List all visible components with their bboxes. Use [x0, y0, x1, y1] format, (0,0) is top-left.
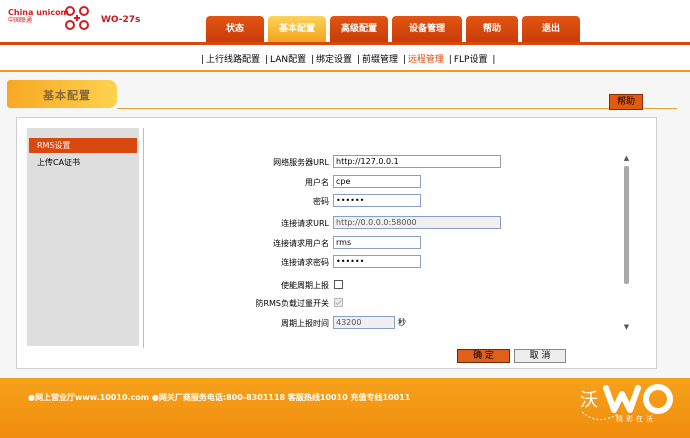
subnav-uplink[interactable]: 上行线路配置: [206, 55, 260, 65]
tab-device-management[interactable]: 设备管理: [392, 16, 462, 42]
wo-logo-icon: 沃: [580, 384, 673, 420]
cancel-button[interactable]: 取 消: [514, 349, 566, 363]
server-url-input[interactable]: [333, 155, 501, 168]
server-url-label: 网络服务器URL: [273, 158, 329, 167]
form-scrollbar[interactable]: ▲ ▼: [622, 154, 631, 332]
subnav-binding[interactable]: 绑定设置: [316, 55, 352, 65]
footer: ●网上营业厅www.10010.com ●网关厂商服务电话:800-830111…: [0, 378, 690, 438]
sidebar-item-label: 上传CA证书: [37, 158, 81, 167]
wo-slogan: 精彩在沃: [616, 415, 656, 423]
subnav-flp[interactable]: FLP设置: [454, 55, 488, 65]
report-interval-unit: 秒: [398, 318, 406, 327]
report-interval-label: 周期上报时间: [281, 319, 329, 328]
china-unicom-logo-text: China unicom 中国联通: [8, 8, 69, 25]
sub-nav-bar: | 上行线路配置 | LAN配置 | 绑定设置 | 前缀管理 | 远程管理 | FLP设置 …: [0, 42, 690, 70]
tab-advanced-config[interactable]: 高级配置: [330, 16, 388, 42]
tab-status[interactable]: 状态: [206, 16, 264, 42]
rms-overload-label: 防RMS负载过量开关: [255, 299, 329, 308]
sidebar-item-label: RMS设置: [37, 141, 71, 150]
section-rule: [117, 108, 677, 109]
report-interval-input[interactable]: [333, 316, 395, 329]
password-label: 密码: [313, 197, 329, 206]
subnav-prefix[interactable]: 前缀管理: [362, 55, 398, 65]
username-label: 用户名: [305, 178, 329, 187]
sidebar-item-rms-settings[interactable]: RMS设置: [29, 138, 137, 153]
confirm-button[interactable]: 确 定: [457, 349, 510, 363]
section-header: 基本配置: [7, 80, 117, 108]
sidebar-item-upload-ca[interactable]: 上传CA证书: [29, 155, 137, 170]
divider: [0, 70, 690, 72]
wo-char: 沃: [580, 390, 598, 411]
password-input[interactable]: [333, 194, 421, 207]
scroll-down-icon[interactable]: ▼: [622, 323, 631, 332]
username-input[interactable]: [333, 175, 421, 188]
periodic-report-checkbox[interactable]: [334, 280, 343, 289]
conn-request-password-input[interactable]: [333, 255, 421, 268]
conn-request-url-input[interactable]: [333, 216, 501, 229]
rms-overload-checkbox[interactable]: [334, 298, 343, 307]
top-header: China unicom 中国联通 WO-27s 状态 基本配置 高级配置 设备…: [0, 0, 690, 42]
conn-request-user-label: 连接请求用户名: [273, 239, 329, 248]
footer-contact-text: ●网上营业厅www.10010.com ●网关厂商服务电话:800-830111…: [28, 393, 411, 402]
settings-panel: RMS设置 上传CA证书 网络服务器URL 用户名 密码 连接请求URL 连接请…: [16, 117, 657, 369]
subnav-lan[interactable]: LAN配置: [270, 55, 306, 65]
tab-logout[interactable]: 退出: [522, 16, 580, 42]
sidebar-divider: [143, 128, 144, 348]
scroll-thumb[interactable]: [624, 166, 629, 284]
tab-basic-config[interactable]: 基本配置: [268, 16, 326, 42]
help-button[interactable]: 帮助: [609, 94, 643, 110]
sidebar: RMS设置 上传CA证书: [27, 128, 139, 346]
china-unicom-logo-icon: [65, 6, 89, 30]
section-title: 基本配置: [43, 89, 91, 102]
subnav-remote-management[interactable]: 远程管理: [408, 55, 444, 65]
scroll-up-icon[interactable]: ▲: [622, 154, 631, 163]
device-model: WO-27s: [101, 15, 141, 25]
conn-request-url-label: 连接请求URL: [281, 219, 329, 228]
tab-help[interactable]: 帮助: [466, 16, 518, 42]
sub-nav: | 上行线路配置 | LAN配置 | 绑定设置 | 前缀管理 | 远程管理 | FLP设置 …: [201, 55, 496, 65]
conn-request-password-label: 连接请求密码: [281, 258, 329, 267]
conn-request-user-input[interactable]: [333, 236, 421, 249]
periodic-report-label: 使能周期上报: [281, 281, 329, 290]
